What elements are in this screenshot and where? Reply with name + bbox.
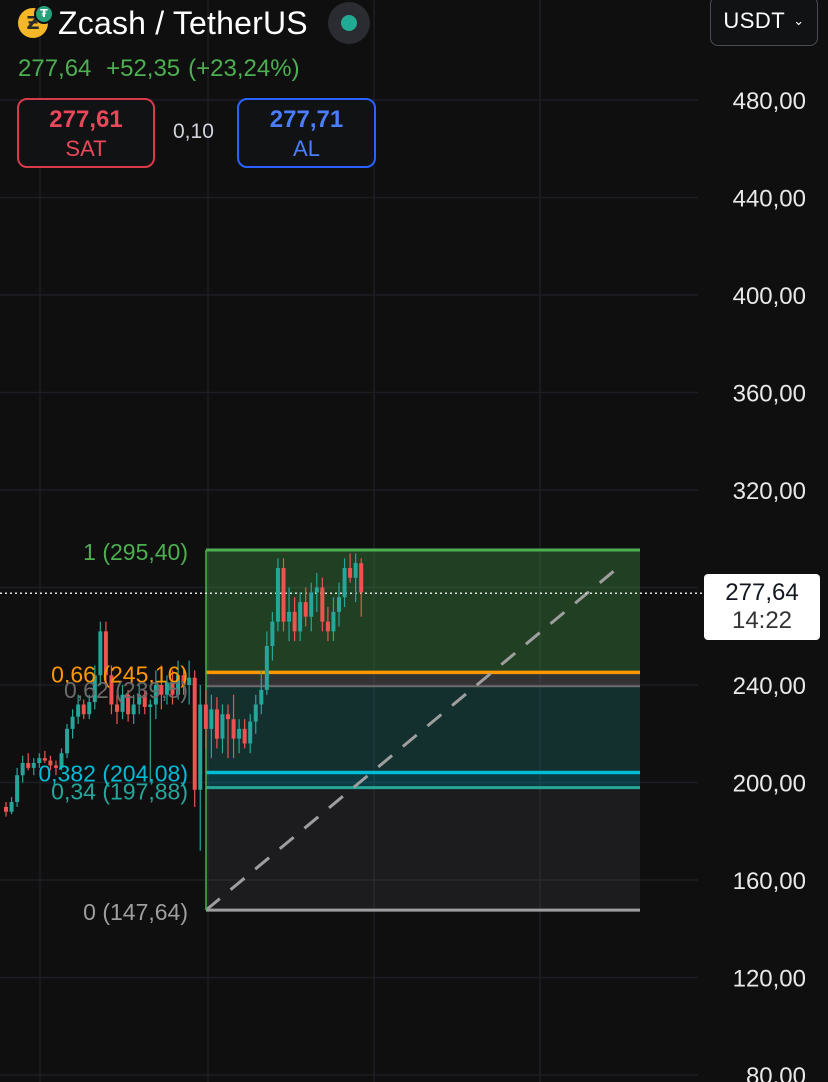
last-price: 277,64 [18, 55, 92, 82]
current-price-label: 277,64 [725, 579, 799, 606]
fib-zone-mid [206, 686, 640, 773]
candle-body [198, 704, 203, 790]
candle-body [287, 611, 292, 622]
price-axis-tick-label: 240,00 [733, 673, 806, 700]
sell-label: SAT [65, 136, 107, 161]
candle-body [131, 704, 136, 715]
candle-body [337, 597, 341, 612]
candle-body [253, 704, 258, 722]
fib-level-label: 0 (147,64) [83, 899, 188, 925]
fib-zone-0382 [206, 772, 640, 788]
price-axis-tick-label: 80,00 [746, 1063, 806, 1082]
candle-body [4, 806, 8, 812]
candle-body [292, 611, 297, 632]
candle-body [259, 689, 264, 705]
sell-button[interactable]: 277,61 SAT [17, 98, 155, 168]
candle-body [325, 621, 330, 632]
price-axis-tick-label: 120,00 [733, 966, 806, 993]
fibonacci-retracement [0, 548, 704, 912]
market-status-indicator[interactable] [327, 2, 370, 44]
sell-price: 277,61 [49, 106, 123, 133]
fib-zone-066 [206, 672, 640, 687]
fib-zone-top [206, 549, 640, 673]
candle-body [20, 763, 25, 776]
candle-body [15, 775, 20, 802]
buy-label: AL [293, 136, 320, 161]
candle-body [231, 719, 236, 739]
candle-body [87, 702, 92, 715]
candle-body [26, 763, 31, 768]
candle-body [220, 714, 225, 739]
zcash-coin-icon: Ƶ ₮ [18, 4, 54, 38]
price-axis-tick-label: 160,00 [733, 868, 806, 895]
currency-selector[interactable]: USDT ⌄ [710, 0, 818, 46]
symbol-header[interactable]: Ƶ ₮ Zcash / TetherUS [18, 2, 370, 44]
candle-body [342, 568, 347, 598]
candle-body [303, 602, 308, 617]
candle-body [309, 592, 314, 617]
candle-body [148, 704, 153, 707]
market-open-dot-icon [340, 15, 357, 31]
candle-body [242, 728, 247, 744]
candle-body [65, 728, 70, 754]
symbol-title[interactable]: Zcash / TetherUS [58, 5, 308, 42]
candle-body [281, 568, 286, 622]
price-change-line: 277,64 +52,35 (+23,24%) [18, 55, 308, 83]
fib-zone-bottom [206, 787, 640, 911]
buy-price: 277,71 [269, 106, 344, 133]
chevron-down-icon: ⌄ [793, 13, 805, 28]
price-axis-tick-label: 480,00 [733, 88, 806, 115]
price-change: +52,35 [106, 55, 181, 82]
price-axis-tick-label: 360,00 [733, 381, 806, 408]
current-price-tag: 277,64 14:22 [704, 574, 820, 640]
buy-button[interactable]: 277,71 AL [237, 98, 376, 168]
candle-body [214, 709, 219, 739]
candle-body [359, 563, 364, 593]
candle-body [264, 646, 269, 690]
tether-icon: ₮ [34, 4, 54, 24]
bar-countdown: 14:22 [731, 607, 793, 634]
candle-body [81, 704, 86, 715]
price-axis-tick-label: 320,00 [733, 478, 806, 505]
candle-body [31, 763, 36, 768]
price-axis-tick-label: 200,00 [733, 771, 806, 798]
candle-body [348, 568, 353, 578]
spread-value: 0,10 [173, 120, 214, 143]
price-axis-tick-label: 400,00 [733, 283, 806, 310]
candle-body [314, 587, 319, 593]
candle-body [248, 721, 253, 744]
candle-body [192, 677, 197, 790]
candle-body [270, 621, 275, 646]
candle-body [331, 611, 336, 632]
candle-body [237, 728, 242, 739]
fib-level-label: 0,34 (197,88) [51, 779, 188, 805]
candle-body [209, 709, 214, 729]
candle-body [76, 704, 81, 717]
candle-body [115, 704, 119, 712]
candle-body [203, 704, 208, 729]
candle-body [70, 716, 75, 729]
fib-level-label: 1 (295,40) [83, 539, 188, 565]
candle-body [353, 563, 358, 578]
candle-body [320, 587, 325, 622]
candle-body [226, 714, 230, 720]
candle-body [9, 802, 14, 812]
candle-body [275, 568, 280, 622]
price-axis-tick-label: 440,00 [733, 186, 806, 213]
candle-body [298, 602, 303, 632]
currency-label: USDT [723, 8, 786, 33]
price-change-percent: (+23,24%) [188, 55, 300, 82]
fib-level-label: 0,62 (239,5) [64, 677, 188, 703]
fib-labels: 1 (295,40)0,66 (245,16)0,62 (239,5)0,382… [38, 539, 188, 925]
